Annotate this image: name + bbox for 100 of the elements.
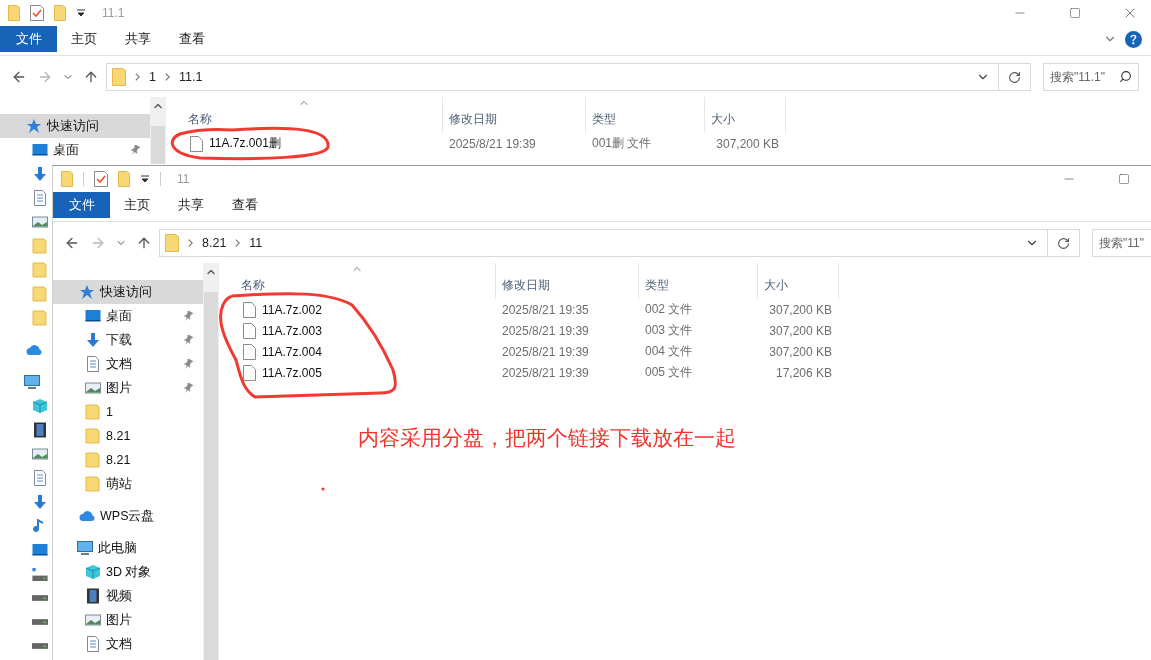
download-arrow-icon bbox=[85, 332, 101, 348]
document-icon bbox=[85, 636, 101, 652]
ribbon-tab[interactable]: 共享 bbox=[164, 192, 218, 218]
file-size: 17,206 KB bbox=[775, 365, 832, 380]
search-field[interactable]: 搜索"11" bbox=[1092, 229, 1151, 257]
folder-icon bbox=[61, 171, 73, 187]
sidebar-item[interactable]: 视频 bbox=[53, 584, 203, 608]
scroll-thumb[interactable] bbox=[204, 292, 218, 660]
column-header[interactable]: 修改日期 bbox=[443, 109, 585, 129]
picture-icon bbox=[85, 612, 101, 628]
folder-icon bbox=[32, 238, 48, 254]
scrollbar[interactable] bbox=[203, 263, 219, 660]
chevron-icon bbox=[235, 239, 241, 247]
modified-date: 2025/8/21 19:39 bbox=[502, 323, 589, 338]
breadcrumb[interactable]: 11 bbox=[249, 236, 263, 250]
file-icon bbox=[243, 364, 256, 381]
column-header[interactable]: 大小 bbox=[758, 275, 838, 295]
sidebar-item[interactable]: WPS云盘 bbox=[53, 504, 203, 528]
sidebar-item[interactable]: 图片 bbox=[53, 376, 203, 400]
picture-icon bbox=[85, 380, 101, 396]
file-name: 11A.7z.003 bbox=[262, 323, 322, 338]
picture-icon bbox=[32, 214, 48, 230]
file-name: 11A.7z.001删 bbox=[209, 135, 281, 152]
star-icon bbox=[79, 284, 95, 300]
scrollbar[interactable] bbox=[150, 97, 166, 164]
breadcrumb[interactable]: 11.1 bbox=[178, 70, 203, 84]
file-size: 307,200 KB bbox=[769, 323, 832, 338]
drive-icon bbox=[32, 643, 48, 649]
file-row[interactable]: 11A.7z.002 2025/8/21 19:35 002 文件 307,200 KB bbox=[219, 299, 1151, 320]
sidebar-item[interactable]: 1 bbox=[53, 400, 203, 424]
breadcrumb[interactable]: 8.21 bbox=[202, 236, 227, 250]
sidebar-item[interactable]: 萌站 bbox=[53, 472, 203, 496]
file-icon bbox=[243, 322, 256, 339]
refresh-icon bbox=[1008, 70, 1021, 84]
chevron-icon bbox=[164, 73, 170, 81]
address-bar[interactable]: 1 11.1 bbox=[106, 63, 999, 91]
sidebar-item[interactable]: 文档 bbox=[53, 632, 203, 656]
desktop-icon bbox=[85, 308, 101, 324]
dropdown-icon[interactable] bbox=[76, 8, 86, 18]
file-row[interactable]: 11A.7z.001删 2025/8/21 19:39 001删 文件 307,200 KB bbox=[166, 133, 1151, 154]
folder-icon bbox=[85, 428, 101, 444]
file-type: 004 文件 bbox=[645, 343, 693, 360]
desktop-icon bbox=[32, 142, 48, 158]
annotation-note: 内容采用分盘，把两个链接下载放在一起 bbox=[358, 425, 736, 451]
sidebar-item[interactable]: 8.21 bbox=[53, 424, 203, 448]
scroll-thumb[interactable] bbox=[151, 126, 165, 164]
modified-date: 2025/8/21 19:35 bbox=[502, 302, 589, 317]
sidebar-item[interactable]: 8.21 bbox=[53, 448, 203, 472]
sidebar-item[interactable]: 快速访问 bbox=[0, 114, 150, 138]
file-icon bbox=[190, 135, 203, 152]
sidebar-item[interactable]: 桌面 bbox=[53, 304, 203, 328]
sidebar-item[interactable]: 下载 bbox=[53, 328, 203, 352]
file-row[interactable]: 11A.7z.005 2025/8/21 19:39 005 文件 17,206 KB bbox=[219, 362, 1151, 383]
ribbon-tab[interactable]: 文件 bbox=[53, 192, 110, 218]
address-bar[interactable]: 8.21 11 bbox=[159, 229, 1048, 257]
column-header[interactable]: 类型 bbox=[586, 109, 704, 129]
drive-icon bbox=[32, 567, 48, 581]
modified-date: 2025/8/21 19:39 bbox=[502, 365, 589, 380]
sidebar-item[interactable]: 快速访问 bbox=[53, 280, 203, 304]
sidebar-item[interactable]: 桌面 bbox=[0, 138, 150, 162]
ink-dot bbox=[321, 487, 325, 491]
file-type: 005 文件 bbox=[645, 364, 693, 381]
file-icon bbox=[243, 343, 256, 360]
drive-icon bbox=[32, 595, 48, 601]
column-header[interactable]: 类型 bbox=[639, 275, 757, 295]
modified-date: 2025/8/21 19:39 bbox=[502, 344, 589, 359]
ribbon-tab[interactable]: 主页 bbox=[110, 192, 164, 218]
sidebar-item[interactable]: 文档 bbox=[53, 352, 203, 376]
column-header[interactable]: 名称 bbox=[166, 109, 442, 129]
file-type: 002 文件 bbox=[645, 301, 693, 318]
refresh-icon bbox=[1057, 236, 1070, 250]
column-header[interactable]: 名称 bbox=[219, 275, 495, 295]
search-field[interactable]: 搜索"11.1" bbox=[1043, 63, 1139, 91]
file-row[interactable]: 11A.7z.004 2025/8/21 19:39 004 文件 307,200 KB bbox=[219, 341, 1151, 362]
checklist-icon bbox=[94, 171, 108, 187]
chevron-icon bbox=[135, 73, 140, 81]
ribbon-tab[interactable]: 主页 bbox=[57, 26, 111, 52]
document-icon bbox=[32, 190, 48, 206]
sidebar-item[interactable]: 此电脑 bbox=[53, 536, 203, 560]
column-header[interactable]: 修改日期 bbox=[496, 275, 638, 295]
file-row[interactable]: 11A.7z.003 2025/8/21 19:39 003 文件 307,200 KB bbox=[219, 320, 1151, 341]
ribbon-tab[interactable]: 查看 bbox=[165, 26, 219, 52]
help-icon[interactable] bbox=[1125, 30, 1142, 48]
sidebar-item[interactable]: 图片 bbox=[53, 608, 203, 632]
refresh-button[interactable] bbox=[1048, 229, 1080, 257]
ribbon-tab[interactable]: 文件 bbox=[0, 26, 57, 52]
refresh-button[interactable] bbox=[999, 63, 1031, 91]
document-icon bbox=[85, 356, 101, 372]
file-type: 003 文件 bbox=[645, 322, 693, 339]
folder-icon bbox=[85, 404, 101, 420]
breadcrumb[interactable]: 1 bbox=[149, 70, 156, 84]
sidebar-item[interactable]: 3D 对象 bbox=[53, 560, 203, 584]
cube-icon bbox=[32, 398, 48, 414]
ribbon-tab[interactable]: 查看 bbox=[218, 192, 272, 218]
file-name: 11A.7z.004 bbox=[262, 344, 322, 359]
download-arrow-icon bbox=[32, 166, 48, 182]
column-header[interactable]: 大小 bbox=[705, 109, 785, 129]
file-type: 001删 文件 bbox=[592, 135, 652, 152]
ribbon-tab[interactable]: 共享 bbox=[111, 26, 165, 52]
dropdown-icon[interactable] bbox=[140, 174, 150, 184]
